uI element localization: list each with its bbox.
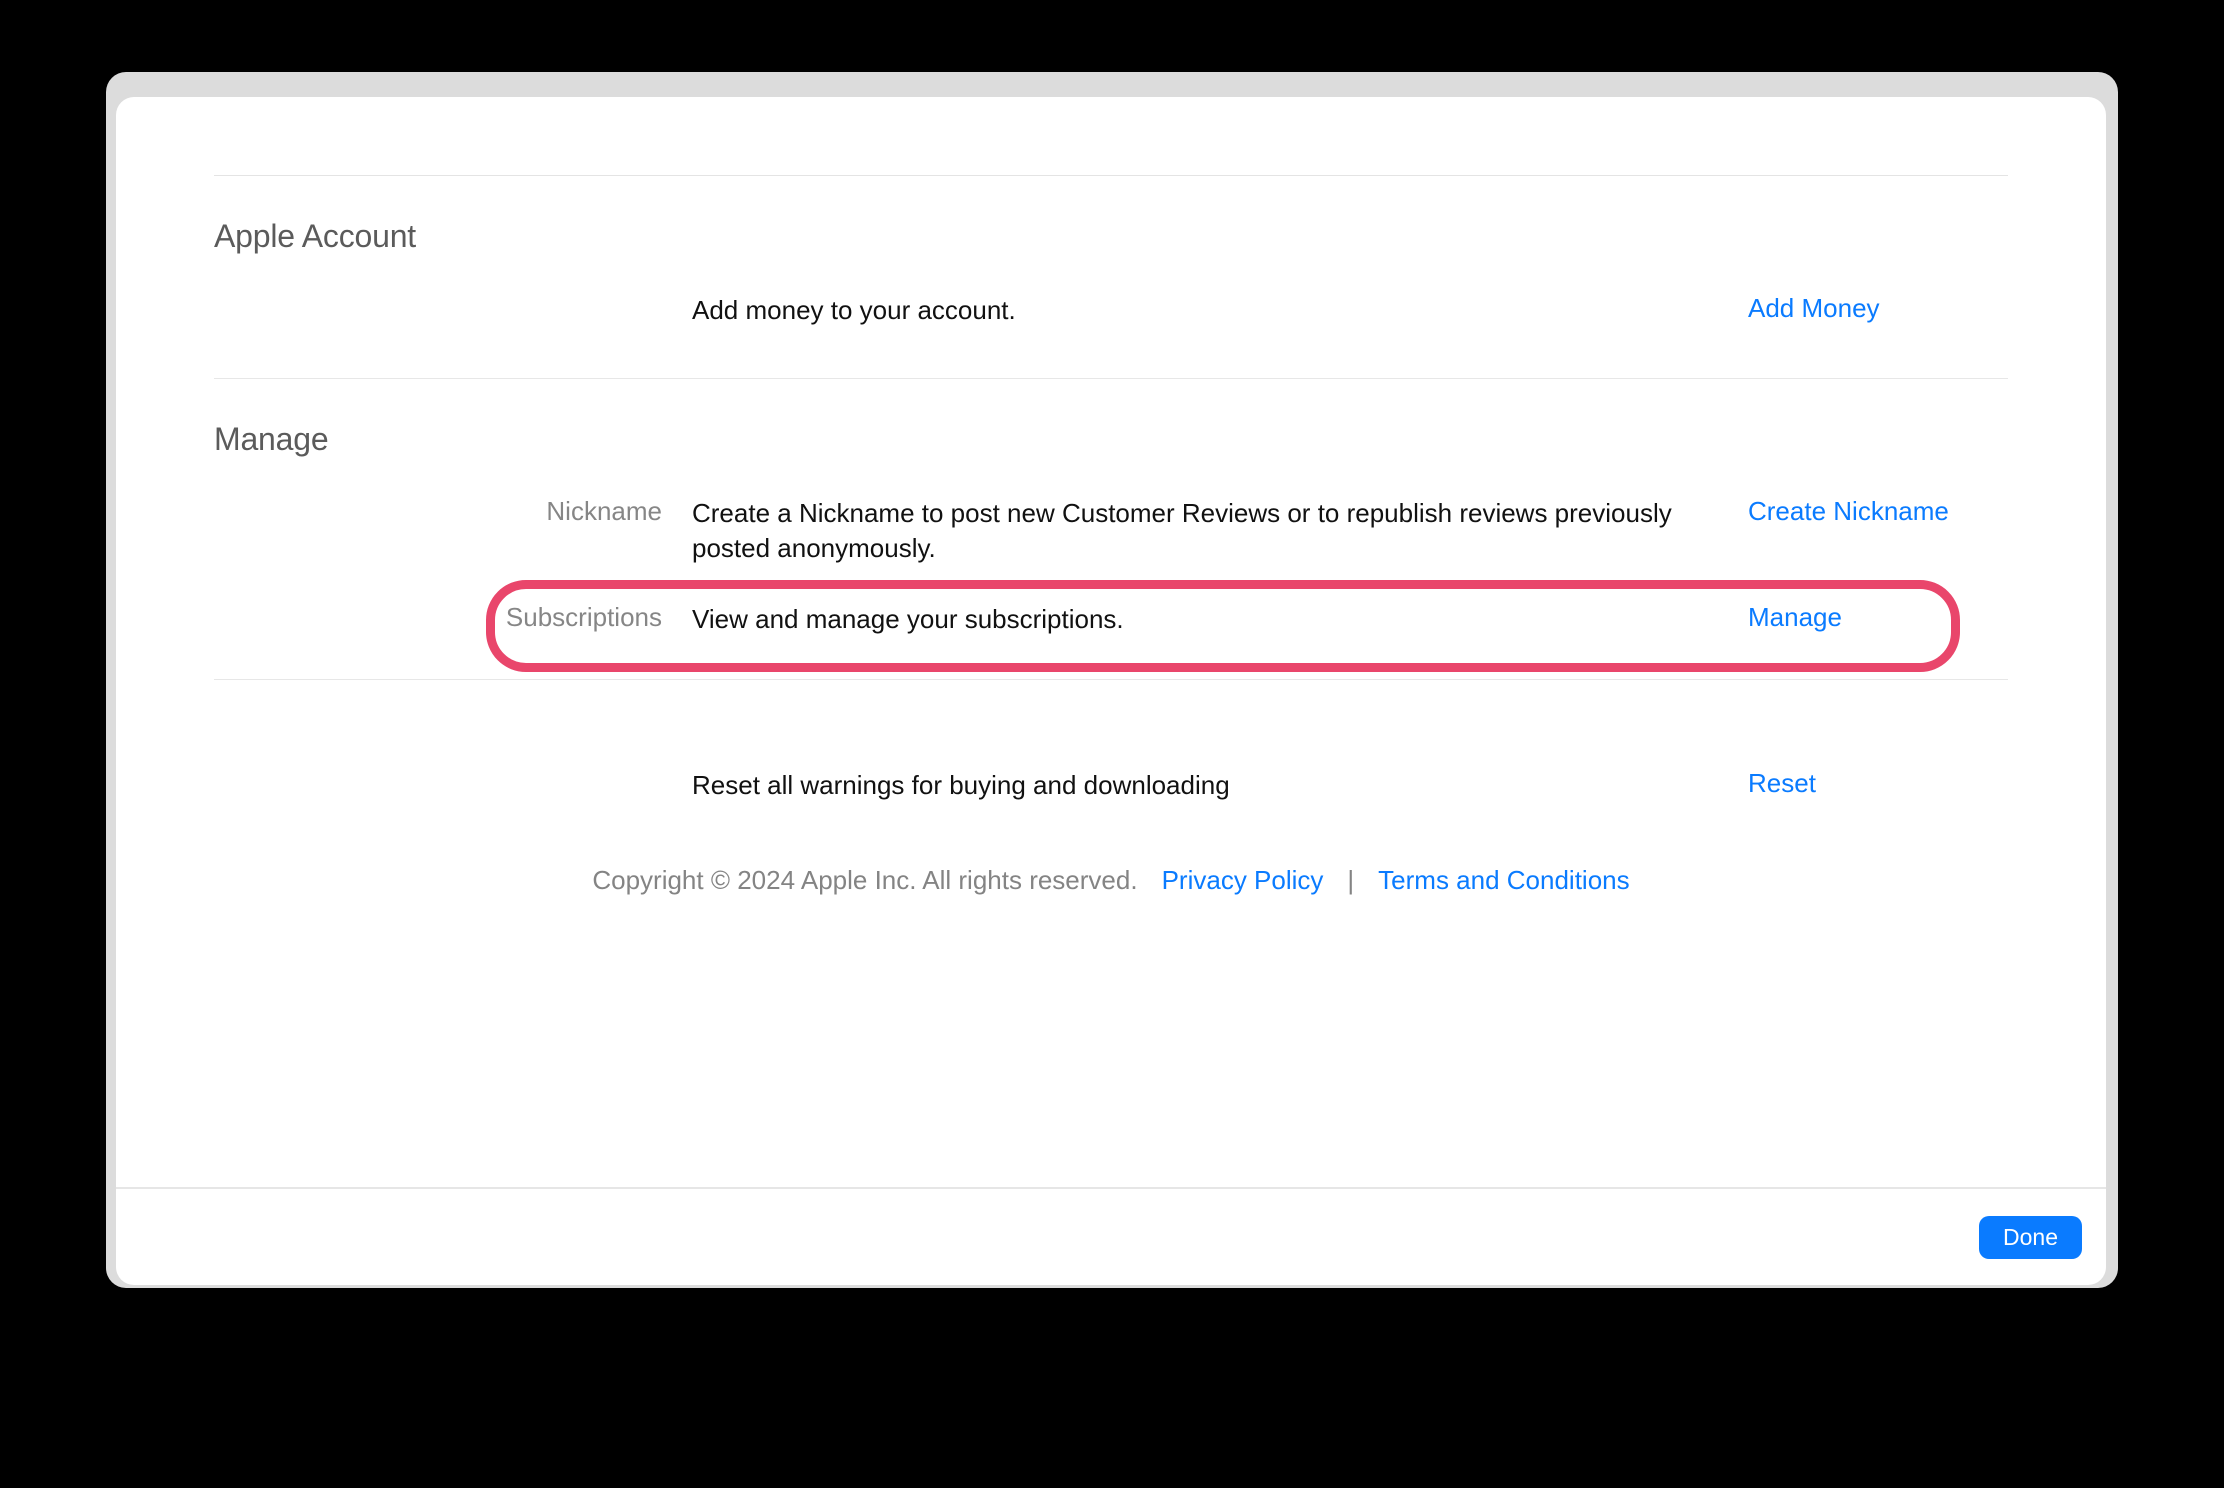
apple-account-section: Apple Account Add money to your account.… [214, 176, 2008, 379]
reset-button[interactable]: Reset [1748, 768, 1816, 799]
add-money-desc: Add money to your account. [692, 293, 1748, 328]
apple-account-title: Apple Account [214, 218, 2008, 255]
privacy-policy-link[interactable]: Privacy Policy [1162, 865, 1324, 896]
add-money-button[interactable]: Add Money [1748, 293, 1880, 324]
content-area: Apple Account Add money to your account.… [116, 97, 2106, 1187]
add-money-row: Add money to your account. Add Money [214, 279, 2008, 342]
footer-links: Copyright © 2024 Apple Inc. All rights r… [214, 865, 2008, 926]
account-settings-sheet: Apple Account Add money to your account.… [116, 97, 2106, 1285]
create-nickname-button[interactable]: Create Nickname [1748, 496, 1949, 527]
subscriptions-row: Subscriptions View and manage your subsc… [214, 580, 2008, 659]
bottom-bar: Done [116, 1187, 2106, 1285]
reset-desc: Reset all warnings for buying and downlo… [692, 768, 1748, 803]
done-button[interactable]: Done [1979, 1216, 2082, 1259]
copyright-text: Copyright © 2024 Apple Inc. All rights r… [592, 865, 1137, 896]
terms-link[interactable]: Terms and Conditions [1378, 865, 1629, 896]
subscriptions-desc: View and manage your subscriptions. [692, 602, 1748, 637]
nickname-label: Nickname [214, 496, 692, 527]
manage-subscriptions-button[interactable]: Manage [1748, 602, 1842, 633]
manage-section: Manage Nickname Create a Nickname to pos… [214, 379, 2008, 680]
reset-warnings-row: Reset all warnings for buying and downlo… [214, 754, 2008, 817]
nickname-row: Nickname Create a Nickname to post new C… [214, 482, 2008, 580]
footer-divider: | [1347, 865, 1354, 896]
subscriptions-highlight-wrap: Subscriptions View and manage your subsc… [214, 580, 2008, 659]
reset-section: Reset all warnings for buying and downlo… [214, 680, 2008, 865]
subscriptions-label: Subscriptions [214, 602, 692, 633]
nickname-desc: Create a Nickname to post new Customer R… [692, 496, 1748, 566]
manage-title: Manage [214, 421, 2008, 458]
